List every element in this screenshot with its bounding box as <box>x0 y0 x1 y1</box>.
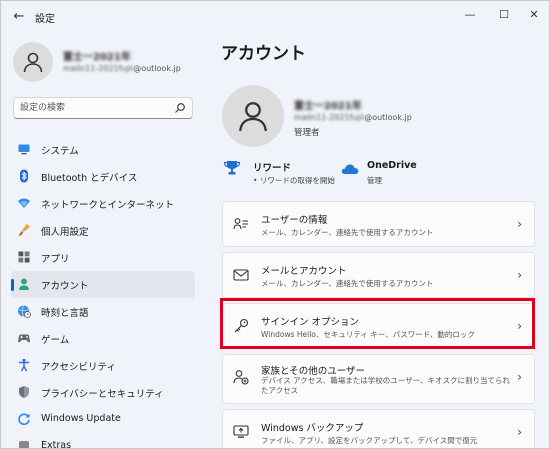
rewards-subtitle: • リワードの取得を開始 <box>253 176 335 185</box>
user-info-icon <box>233 218 248 230</box>
accessibility-icon <box>19 358 29 372</box>
sidebar-item-label: Extras <box>41 440 72 449</box>
sidebar-item-label: アプリ <box>41 254 70 265</box>
title-bar: ← 設定 — ☐ ✕ <box>1 1 549 33</box>
sidebar-item-personalization[interactable]: 個人用設定 <box>11 217 195 244</box>
person-icon <box>19 278 29 290</box>
sidebar-item-label: アクセシビリティ <box>41 362 116 373</box>
maximize-button[interactable]: ☐ <box>491 5 517 25</box>
shield-icon <box>19 386 29 398</box>
sidebar-item-network[interactable]: ネットワークとインターネット <box>11 190 195 217</box>
card-description: メール、カレンダー、連絡先で使用するアカウント <box>261 228 434 237</box>
sidebar-item-label: 個人用設定 <box>41 227 89 238</box>
account-avatar[interactable] <box>222 85 284 147</box>
account-role: 管理者 <box>294 128 320 138</box>
card-title: メールとアカウント <box>261 266 347 277</box>
rewards-link[interactable]: リワード • リワードの取得を開始 <box>223 159 343 189</box>
card-sign-in-options[interactable]: サインイン オプション Windows Hello、セキュリティ キー、パスワー… <box>222 303 535 349</box>
sidebar-item-accounts[interactable]: アカウント <box>11 271 195 298</box>
person-icon <box>239 102 267 132</box>
cloud-icon <box>341 164 359 174</box>
person-icon <box>23 52 43 73</box>
search-input[interactable] <box>20 100 170 116</box>
sidebar-profile-email: mailn11-2021fujii@outlook.jp <box>63 64 181 73</box>
sidebar-item-windows-update[interactable]: Windows Update <box>11 406 195 433</box>
close-button[interactable]: ✕ <box>521 5 547 25</box>
trophy-icon <box>223 161 241 175</box>
monitor-icon <box>18 144 30 155</box>
card-description: メール、カレンダー、連絡先で使用するアカウント <box>261 279 434 288</box>
card-title: ユーザーの情報 <box>261 215 328 226</box>
search-box[interactable] <box>13 97 193 119</box>
gamepad-icon <box>18 334 30 343</box>
card-windows-backup[interactable]: Windows バックアップ ファイル、アプリ、設定をバックアップして、デバイス… <box>222 409 535 448</box>
account-email: mailn11-2021fujii@outlook.jp <box>294 113 412 122</box>
sidebar-item-label: システム <box>41 146 79 157</box>
brush-icon <box>18 224 30 236</box>
sidebar-item-accessibility[interactable]: アクセシビリティ <box>11 352 195 379</box>
sidebar-item-label: アカウント <box>41 281 89 292</box>
mail-icon <box>233 269 249 281</box>
sidebar-nav: システム Bluetooth とデバイス ネットワークとインターネット 個人用設… <box>11 136 195 449</box>
sidebar-item-label: 時刻と言語 <box>41 308 89 319</box>
chevron-right-icon: › <box>517 319 522 333</box>
chevron-right-icon: › <box>517 370 522 384</box>
extras-icon <box>19 441 29 448</box>
settings-window: ← 設定 — ☐ ✕ 富士一2021年 mailn11-2021fujii@ou… <box>0 0 550 449</box>
sidebar-item-apps[interactable]: アプリ <box>11 244 195 271</box>
sidebar-item-label: ゲーム <box>41 335 70 346</box>
card-description: ファイル、アプリ、設定をバックアップして、デバイス間で復元 <box>261 436 478 445</box>
sidebar-profile-name: 富士一2021年 <box>63 52 131 63</box>
chevron-right-icon: › <box>517 268 522 282</box>
sidebar-item-time-language[interactable]: 時刻と言語 <box>11 298 195 325</box>
onedrive-manage: 管理 <box>367 176 382 185</box>
card-title: 家族とその他のユーザー <box>261 366 366 377</box>
sidebar-item-bluetooth[interactable]: Bluetooth とデバイス <box>11 163 195 190</box>
update-icon <box>18 413 30 426</box>
sidebar-item-label: Windows Update <box>41 413 121 424</box>
apps-icon <box>18 251 30 263</box>
card-your-info[interactable]: ユーザーの情報 メール、カレンダー、連絡先で使用するアカウント › <box>222 201 535 247</box>
sidebar-avatar[interactable] <box>13 42 53 82</box>
search-icon[interactable] <box>174 102 186 114</box>
page-title: アカウント <box>221 44 306 64</box>
card-title: Windows バックアップ <box>261 423 364 434</box>
sidebar-item-label: ネットワークとインターネット <box>41 200 175 211</box>
wifi-icon <box>18 198 30 208</box>
bluetooth-icon <box>20 169 28 183</box>
key-icon <box>234 318 249 333</box>
sidebar-item-label: プライバシーとセキュリティ <box>41 389 164 400</box>
app-title: 設定 <box>35 14 55 25</box>
family-icon <box>233 370 249 385</box>
backup-icon <box>233 425 249 438</box>
sidebar-item-extras[interactable]: Extras <box>11 433 195 449</box>
sidebar-item-privacy-security[interactable]: プライバシーとセキュリティ <box>11 379 195 406</box>
card-description: デバイス アクセス、職場または学校のユーザー、キオスクに割り当てられたアクセス <box>261 376 511 395</box>
sidebar-item-label: Bluetooth とデバイス <box>41 173 138 184</box>
account-name: 富士一2021年 <box>294 101 362 112</box>
card-title: サインイン オプション <box>261 317 360 328</box>
rewards-title: リワード <box>253 163 292 174</box>
onedrive-link[interactable]: OneDrive 管理 <box>341 159 461 189</box>
chevron-right-icon: › <box>517 217 522 231</box>
card-description: Windows Hello、セキュリティ キー、パスワード、動的ロック <box>261 330 475 339</box>
settings-cards: ユーザーの情報 メール、カレンダー、連絡先で使用するアカウント › メールとアカ… <box>222 201 535 448</box>
card-email-accounts[interactable]: メールとアカウント メール、カレンダー、連絡先で使用するアカウント › <box>222 252 535 298</box>
back-button[interactable]: ← <box>9 7 29 27</box>
minimize-button[interactable]: — <box>457 5 483 25</box>
globe-clock-icon <box>18 305 31 318</box>
card-family-other-users[interactable]: 家族とその他のユーザー デバイス アクセス、職場または学校のユーザー、キオスクに… <box>222 354 535 404</box>
onedrive-title: OneDrive <box>367 160 417 171</box>
sidebar-item-gaming[interactable]: ゲーム <box>11 325 195 352</box>
sidebar-item-system[interactable]: システム <box>11 136 195 163</box>
chevron-right-icon: › <box>517 425 522 439</box>
